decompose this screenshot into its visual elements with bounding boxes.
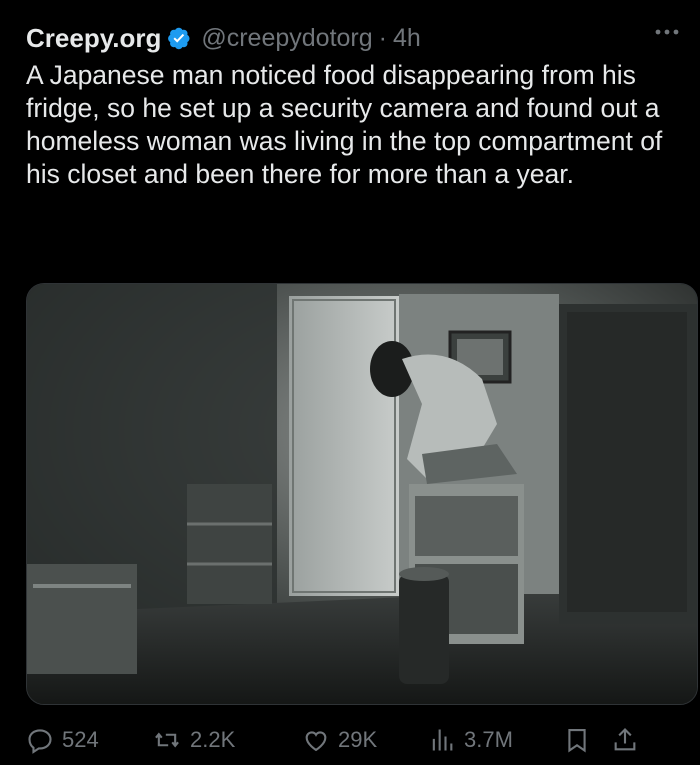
author-handle[interactable]: @creepydotorg bbox=[201, 24, 372, 53]
tweet-media-image[interactable] bbox=[26, 283, 698, 705]
retweet-count: 2.2K bbox=[190, 727, 236, 752]
like-count: 29K bbox=[338, 727, 378, 752]
tweet-text: A Japanese man noticed food disappearing… bbox=[26, 60, 663, 189]
like-icon bbox=[305, 731, 327, 752]
bookmark-icon bbox=[568, 729, 586, 753]
author-name[interactable]: Creepy.org bbox=[26, 23, 161, 54]
separator-dot: · bbox=[378, 23, 387, 52]
reply-button[interactable]: 524 bbox=[26, 726, 152, 754]
tweet-actions: 524 2.2K 29K 3.7M bbox=[26, 720, 690, 760]
more-icon[interactable] bbox=[652, 22, 682, 42]
retweet-button[interactable]: 2.2K bbox=[152, 726, 302, 754]
security-camera-photo bbox=[27, 284, 697, 704]
verified-badge-icon bbox=[168, 27, 190, 50]
like-button[interactable]: 29K bbox=[302, 726, 428, 754]
share-button[interactable] bbox=[611, 726, 651, 754]
view-count: 3.7M bbox=[464, 727, 513, 752]
tweet-header: Creepy.org @creepydotorg · 4h bbox=[26, 20, 682, 56]
reply-icon bbox=[28, 729, 52, 754]
reply-count: 524 bbox=[62, 727, 99, 752]
timestamp[interactable]: 4h bbox=[393, 24, 421, 53]
share-icon bbox=[614, 728, 636, 751]
bookmark-button[interactable] bbox=[563, 726, 611, 754]
views-icon bbox=[432, 729, 453, 751]
retweet-icon bbox=[155, 732, 179, 748]
views-button[interactable]: 3.7M bbox=[428, 726, 563, 754]
